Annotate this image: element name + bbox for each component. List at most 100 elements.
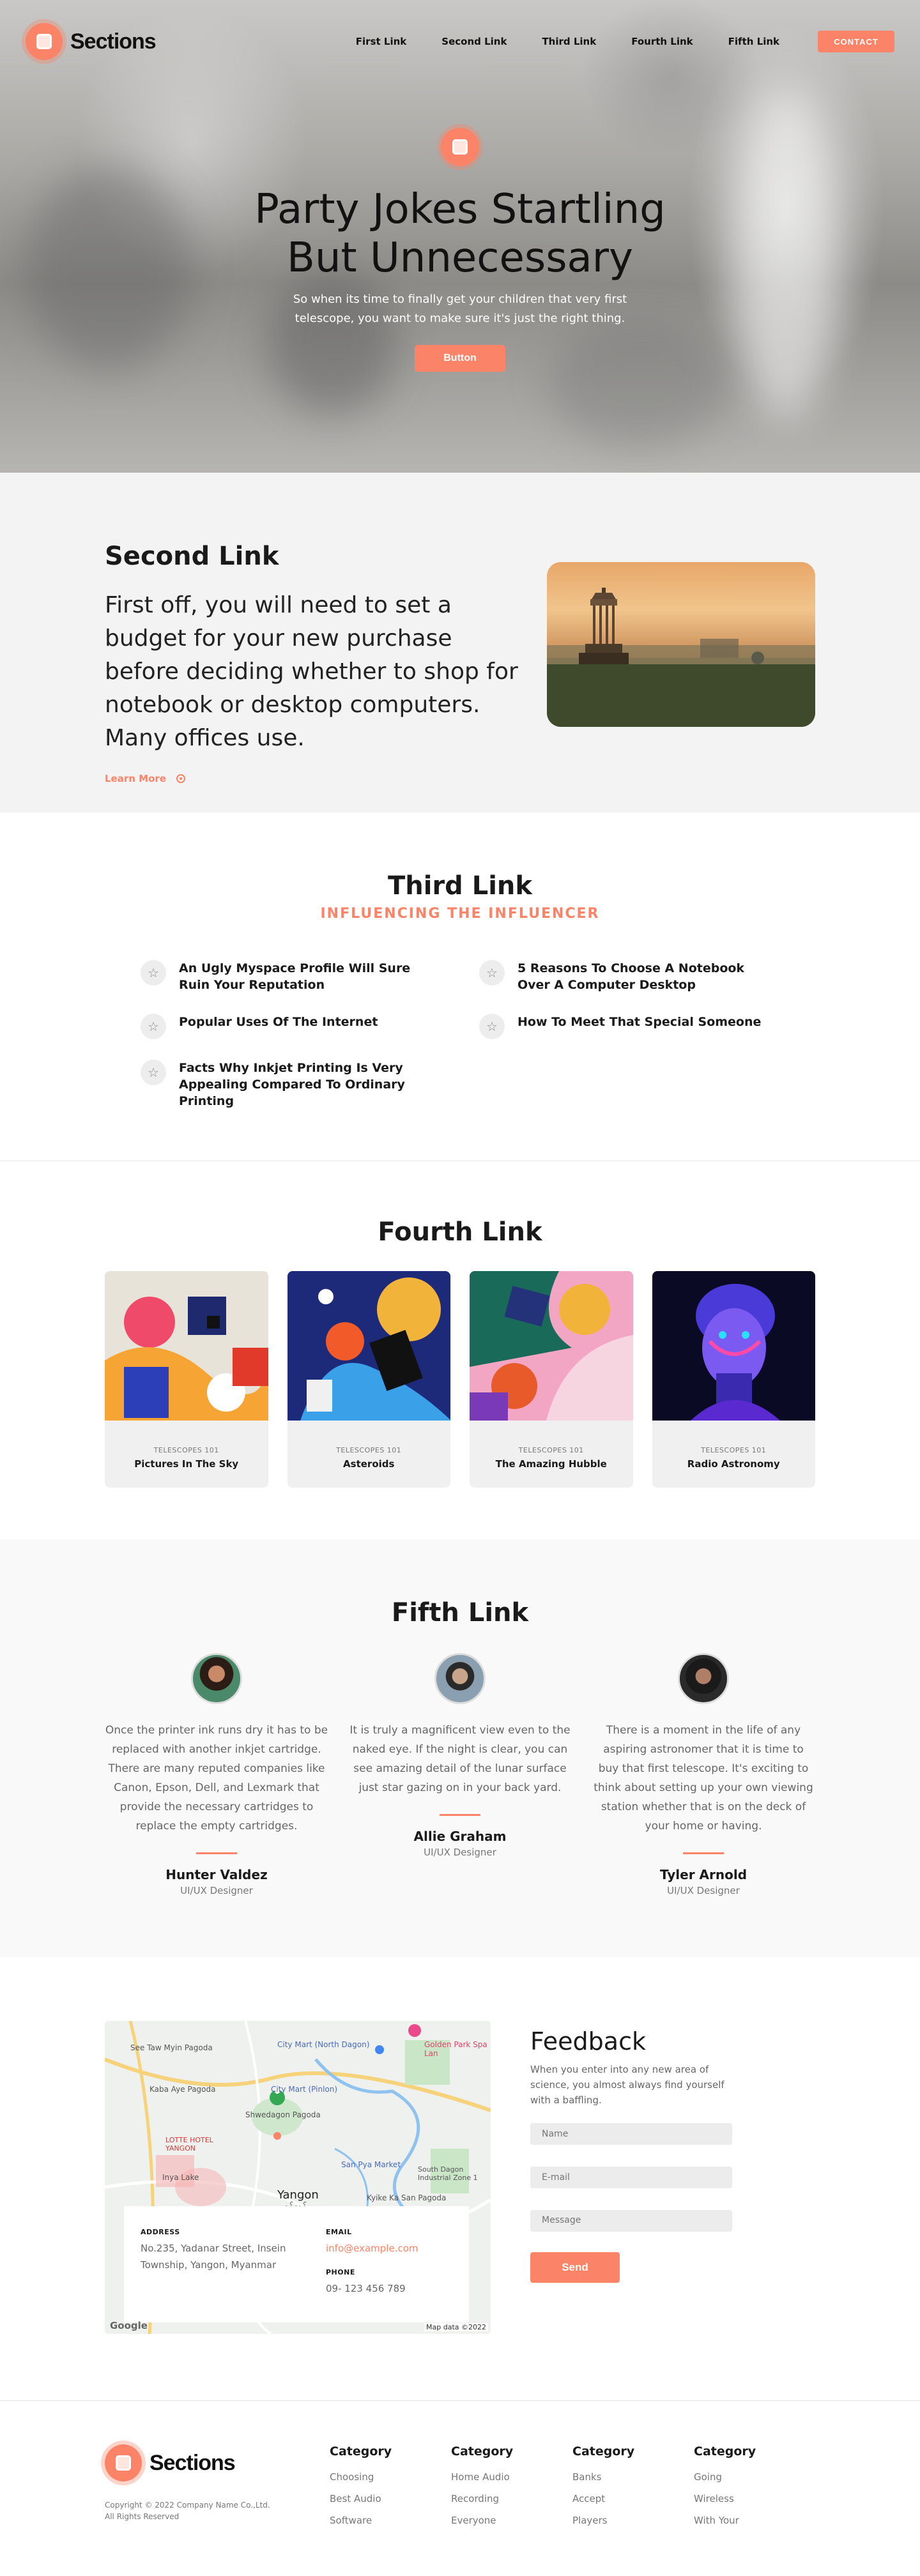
article-card[interactable]: TELESCOPES 101 Asteroids xyxy=(287,1271,450,1488)
hero-section: Sections First Link Second Link Third Li… xyxy=(0,0,920,473)
message-input[interactable] xyxy=(530,2210,732,2232)
testimonial-text: Once the printer ink runs dry it has to … xyxy=(105,1724,328,1833)
nav-link-fifth[interactable]: Fifth Link xyxy=(728,36,779,47)
learn-more-label: Learn More xyxy=(105,773,166,784)
footer-link[interactable]: Players xyxy=(572,2510,694,2531)
address-label: ADDRESS xyxy=(141,2228,180,2236)
testimonial: It is truly a magnificent view even to t… xyxy=(348,1653,572,1896)
card-category: TELESCOPES 101 xyxy=(336,1446,402,1454)
phone-label: PHONE xyxy=(326,2268,355,2276)
third-section: Third Link INFLUENCING THE INFLUENCER ☆ … xyxy=(0,812,920,1161)
feedback-intro: When you enter into any new area of scie… xyxy=(530,2064,724,2106)
hero-button[interactable]: Button xyxy=(415,345,505,372)
fourth-section: Fourth Link TELESCOPES 101 Pictures In T… xyxy=(0,1161,920,1539)
brand-name: Sections xyxy=(70,29,157,54)
send-button[interactable]: Send xyxy=(530,2252,620,2283)
article-card[interactable]: TELESCOPES 101 Pictures In The Sky xyxy=(105,1271,268,1488)
circle-arrow-icon xyxy=(176,774,185,783)
feature-item: ☆ 5 Reasons To Choose A Notebook Over A … xyxy=(479,960,779,993)
map-label: See Taw Myin Pagoda xyxy=(130,2043,213,2052)
map-label: South Dagon Industrial Zone 1 xyxy=(418,2165,478,2182)
brand-logo[interactable]: Sections xyxy=(26,23,157,60)
article-card[interactable]: TELESCOPES 101 Radio Astronomy xyxy=(652,1271,815,1488)
footer-link[interactable]: Wireless xyxy=(694,2488,815,2510)
footer-link[interactable]: Going xyxy=(694,2466,815,2488)
contact-button[interactable]: CONTACT xyxy=(818,31,894,52)
brand-name: Sections xyxy=(150,2450,236,2475)
footer-link[interactable]: Best Audio xyxy=(330,2488,451,2510)
footer-link[interactable]: Accept xyxy=(572,2488,694,2510)
footer-link[interactable]: Choosing xyxy=(330,2466,451,2488)
feedback-form: Feedback When you enter into any new are… xyxy=(530,2021,735,2400)
nav-link-second[interactable]: Second Link xyxy=(441,36,507,47)
google-logo: Google xyxy=(110,2320,148,2331)
star-icon: ☆ xyxy=(479,1014,505,1039)
rights-line: All Rights Reserved xyxy=(105,2512,180,2521)
feature-text: Facts Why Inkjet Printing Is Very Appeal… xyxy=(179,1061,405,1108)
footer-link[interactable]: Software xyxy=(330,2510,451,2531)
testimonial: There is a moment in the life of any asp… xyxy=(592,1653,815,1896)
divider xyxy=(196,1852,237,1854)
footer-link[interactable]: Recording xyxy=(451,2488,572,2510)
email-label: EMAIL xyxy=(326,2228,352,2236)
divider xyxy=(440,1814,480,1816)
second-heading: Second Link xyxy=(105,542,279,571)
address-block: ADDRESS No.235, Yadanar Street, Insein T… xyxy=(141,2228,300,2301)
footer-link[interactable]: Banks xyxy=(572,2466,694,2488)
map-data-attribution: Map data ©2022 xyxy=(424,2323,488,2331)
avatar xyxy=(191,1653,242,1704)
card-title: Asteroids xyxy=(343,1458,395,1470)
footer-logo[interactable]: Sections xyxy=(105,2444,330,2481)
feature-item: ☆ Popular Uses Of The Internet xyxy=(141,1014,479,1039)
second-text-block: Second Link First off, you will need to … xyxy=(105,542,520,812)
map-label: Kaba Aye Pagoda xyxy=(150,2085,216,2094)
email-link[interactable]: info@example.com xyxy=(326,2240,418,2257)
avatar xyxy=(434,1653,486,1704)
map-city-label: Yangon xyxy=(277,2188,319,2202)
card-illustration xyxy=(470,1271,633,1421)
map-label: San Pya Market xyxy=(341,2160,401,2169)
name-input[interactable] xyxy=(530,2123,732,2145)
top-nav: Sections First Link Second Link Third Li… xyxy=(0,0,920,83)
nav-link-fourth[interactable]: Fourth Link xyxy=(631,36,693,47)
testimonial-name: Allie Graham xyxy=(413,1829,507,1844)
email-input[interactable] xyxy=(530,2167,732,2188)
footer-columns: Category Choosing Best Audio Software Ca… xyxy=(330,2444,815,2554)
nav-link-third[interactable]: Third Link xyxy=(542,36,596,47)
cards-grid: TELESCOPES 101 Pictures In The Sky TELES… xyxy=(105,1271,815,1488)
footer: Sections Copyright © 2022 Company Name C… xyxy=(0,2400,920,2554)
avatar xyxy=(678,1653,729,1704)
feature-item: ☆ How To Meet That Special Someone xyxy=(479,1014,779,1039)
map-label: Inya Lake xyxy=(162,2173,199,2182)
monument-photo xyxy=(547,562,815,727)
footer-column: Category Home Audio Recording Everyone xyxy=(451,2444,572,2554)
learn-more-link[interactable]: Learn More xyxy=(105,773,520,784)
feedback-heading: Feedback xyxy=(530,2027,646,2055)
feature-text: Popular Uses Of The Internet xyxy=(179,1015,378,1029)
hero-content: Party Jokes Startling But Unnecessary So… xyxy=(0,128,920,372)
footer-link[interactable]: With Your xyxy=(694,2510,815,2531)
card-category: TELESCOPES 101 xyxy=(701,1446,767,1454)
third-subheading: INFLUENCING THE INFLUENCER xyxy=(320,906,600,922)
article-card[interactable]: TELESCOPES 101 The Amazing Hubble xyxy=(470,1271,633,1488)
phone-text: 09- 123 456 789 xyxy=(326,2283,406,2294)
nav-link-first[interactable]: First Link xyxy=(356,36,406,47)
divider xyxy=(683,1852,724,1854)
fifth-section: Fifth Link Once the printer ink runs dry… xyxy=(0,1539,920,1957)
feature-item: ☆ An Ugly Myspace Profile Will Sure Ruin… xyxy=(141,960,479,993)
map[interactable]: See Taw Myin Pagoda City Mart (North Dag… xyxy=(105,2021,491,2334)
card-category: TELESCOPES 101 xyxy=(518,1446,584,1454)
footer-link[interactable]: Home Audio xyxy=(451,2466,572,2488)
testimonial-name: Hunter Valdez xyxy=(165,1867,268,1882)
card-category: TELESCOPES 101 xyxy=(153,1446,219,1454)
testimonial-text: It is truly a magnificent view even to t… xyxy=(349,1724,571,1794)
footer-column-title: Category xyxy=(330,2444,392,2458)
map-label: City Mart (Pinlon) xyxy=(271,2085,338,2094)
fourth-heading: Fourth Link xyxy=(378,1217,542,1247)
footer-column: Category Banks Accept Players xyxy=(572,2444,694,2554)
footer-link[interactable]: Everyone xyxy=(451,2510,572,2531)
second-paragraph: First off, you will need to set a budget… xyxy=(105,592,518,751)
feature-text: An Ugly Myspace Profile Will Sure Ruin Y… xyxy=(179,961,411,992)
map-label: Shwedagon Pagoda xyxy=(245,2110,321,2119)
testimonial-role: UI/UX Designer xyxy=(667,1885,740,1896)
